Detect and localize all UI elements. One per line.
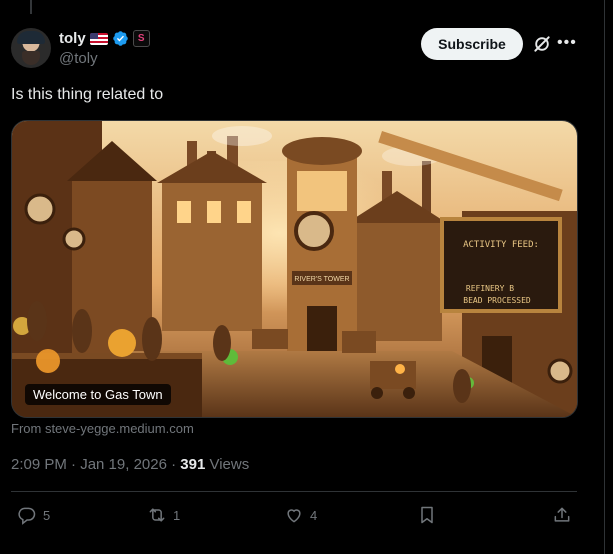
reply-button[interactable]: 5 <box>17 505 50 525</box>
like-button[interactable]: 4 <box>284 505 317 525</box>
views-count: 391 <box>180 456 206 473</box>
reply-count: 5 <box>43 507 51 523</box>
reply-icon <box>18 507 36 525</box>
repost-button[interactable]: 1 <box>147 505 180 525</box>
author-name-row: toly S <box>59 30 150 47</box>
card-caption: Welcome to Gas Town <box>25 384 171 405</box>
link-card[interactable]: RIVER'S TOWER ACTIVITY FEED: REFINERY B … <box>11 120 578 418</box>
display-name[interactable]: toly <box>59 30 86 47</box>
timestamp[interactable]: 2:09 PM · Jan 19, 2026 · <box>11 456 180 473</box>
share-icon <box>554 507 570 522</box>
share-button[interactable] <box>552 505 572 525</box>
card-domain[interactable]: From steve-yegge.medium.com <box>11 421 194 436</box>
thread-connector-line <box>30 0 32 14</box>
verified-icon[interactable] <box>112 30 129 47</box>
flag-icon <box>89 32 108 45</box>
divider <box>11 491 577 492</box>
bookmark-button[interactable] <box>417 505 437 525</box>
column-border <box>604 0 605 554</box>
avatar[interactable] <box>11 28 51 68</box>
card-image[interactable]: RIVER'S TOWER ACTIVITY FEED: REFINERY B … <box>12 121 577 417</box>
handle[interactable]: @toly <box>59 50 98 67</box>
tweet-text: Is this thing related to <box>11 86 164 103</box>
post-meta: 2:09 PM · Jan 19, 2026 · 391 Views <box>11 456 249 473</box>
grok-icon[interactable] <box>532 34 552 54</box>
action-bar: 5 1 4 <box>11 505 577 529</box>
repost-count: 1 <box>173 507 181 523</box>
affiliate-icon[interactable]: S <box>132 30 150 47</box>
repost-icon <box>149 508 165 522</box>
like-icon <box>287 509 301 523</box>
sign-title-text: ACTIVITY FEED: <box>463 240 539 250</box>
sign-line2-text: BEAD PROCESSED <box>463 296 531 305</box>
like-count: 4 <box>310 507 318 523</box>
tower-sign-text: RIVER'S TOWER <box>294 276 349 283</box>
sign-line1-text: REFINERY B <box>466 284 514 293</box>
views-label: Views <box>205 456 250 473</box>
bookmark-icon <box>421 506 433 524</box>
more-icon[interactable]: ••• <box>557 34 577 54</box>
subscribe-button[interactable]: Subscribe <box>421 28 523 60</box>
